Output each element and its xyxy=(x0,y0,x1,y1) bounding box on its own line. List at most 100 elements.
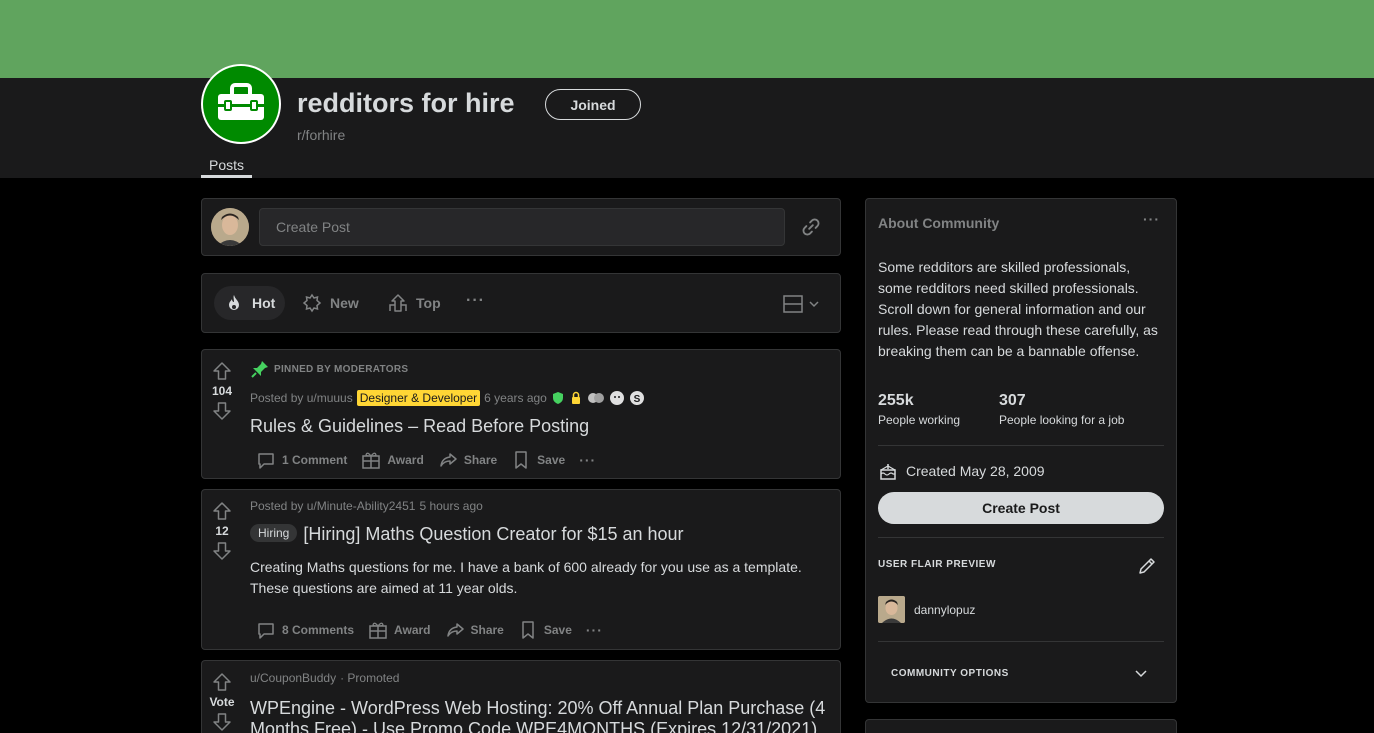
award-button[interactable]: Award xyxy=(355,446,429,474)
joined-button[interactable]: Joined xyxy=(545,89,641,120)
post-meta: u/CouponBuddy · Promoted xyxy=(250,671,399,685)
bookmark-icon xyxy=(515,451,527,469)
sort-new-label: New xyxy=(330,295,359,311)
tab-posts[interactable]: Posts xyxy=(201,152,252,178)
share-button[interactable]: Share xyxy=(432,446,503,474)
svg-text:S: S xyxy=(634,394,641,405)
comments-button[interactable]: 1 Comment xyxy=(250,446,353,474)
pinned-label: PINNED BY MODERATORS xyxy=(274,363,409,375)
save-label: Save xyxy=(537,453,566,467)
subreddit-title: redditors for hire xyxy=(297,88,515,118)
bookmark-icon xyxy=(522,621,534,639)
downvote-icon[interactable] xyxy=(211,540,233,562)
promoted-title[interactable]: WPEngine - WordPress Web Hosting: 20% Of… xyxy=(250,698,825,733)
post-actions: 1 Comment Award Share Save ··· xyxy=(250,446,602,474)
about-more-button[interactable]: ··· xyxy=(1143,211,1160,227)
created-date: Created May 28, 2009 xyxy=(878,461,1045,481)
vote-column: Vote xyxy=(202,671,242,733)
post-author[interactable]: Posted by u/Minute-Ability2451 xyxy=(250,499,415,513)
downvote-icon[interactable] xyxy=(211,711,233,733)
subreddit-name: r/forhire xyxy=(297,127,346,143)
online-label: People looking for a job xyxy=(999,413,1125,427)
post-flair[interactable]: Hiring xyxy=(250,524,298,542)
sort-hot-button[interactable]: Hot xyxy=(214,286,286,320)
save-button[interactable]: Save xyxy=(505,446,571,474)
sort-new-button[interactable]: New xyxy=(292,286,369,320)
pin-icon xyxy=(251,361,268,378)
divider xyxy=(878,445,1164,446)
sort-more-button[interactable]: ··· xyxy=(466,292,485,310)
upvote-icon[interactable] xyxy=(211,500,233,522)
promoted-post-card[interactable]: Vote u/CouponBuddy · Promoted WPEngine -… xyxy=(201,660,841,733)
vote-column: 12 xyxy=(202,500,242,562)
created-label: Created May 28, 2009 xyxy=(906,463,1045,479)
post-card[interactable]: 104 PINNED BY MODERATORS Posted by u/muu… xyxy=(201,349,841,479)
community-options-toggle[interactable]: COMMUNITY OPTIONS xyxy=(891,668,1009,679)
sidebar-create-post-button[interactable]: Create Post xyxy=(878,492,1164,524)
award-label: Award xyxy=(394,623,431,637)
share-button[interactable]: Share xyxy=(439,616,510,644)
user-avatar[interactable] xyxy=(211,208,249,246)
create-post-input[interactable] xyxy=(259,208,785,246)
subreddit-icon xyxy=(201,64,281,144)
vote-label: Vote xyxy=(209,695,235,709)
about-community-card: About Community ··· Some redditors are s… xyxy=(865,198,1177,703)
user-portrait-icon xyxy=(878,596,905,623)
post-card[interactable]: 12 Posted by u/Minute-Ability2451 5 hour… xyxy=(201,489,841,650)
flame-icon xyxy=(229,295,239,310)
comments-button[interactable]: 8 Comments xyxy=(250,616,360,644)
save-button[interactable]: Save xyxy=(512,616,578,644)
post-title-row[interactable]: Hiring [Hiring] Maths Question Creator fo… xyxy=(250,524,684,545)
user-portrait-icon xyxy=(211,208,249,246)
sort-bar: Hot New Top ··· xyxy=(201,273,841,333)
pencil-icon[interactable] xyxy=(1137,556,1157,576)
post-actions: 8 Comments Award Share Save ··· xyxy=(250,616,609,644)
chevron-down-icon[interactable] xyxy=(1134,666,1148,680)
gift-icon xyxy=(362,452,381,469)
award-silver-icon xyxy=(587,393,604,403)
promoted-user[interactable]: u/CouponBuddy xyxy=(250,671,336,685)
card-view-icon xyxy=(783,295,803,313)
comment-icon xyxy=(258,623,274,639)
cake-icon xyxy=(880,464,896,480)
post-more-button[interactable]: ··· xyxy=(573,448,602,472)
members-label: People working xyxy=(878,413,961,427)
post-title[interactable]: Rules & Guidelines – Read Before Posting xyxy=(250,416,589,437)
sort-top-button[interactable]: Top xyxy=(378,286,451,320)
award-helpful-icon: S xyxy=(629,391,644,405)
pinned-indicator: PINNED BY MODERATORS xyxy=(250,359,408,379)
post-body: Creating Maths questions for me. I have … xyxy=(250,559,802,596)
share-label: Share xyxy=(470,623,504,637)
upvote-icon[interactable] xyxy=(211,671,233,693)
downvote-icon[interactable] xyxy=(211,400,233,422)
promoted-label: · Promoted xyxy=(340,671,400,685)
share-icon xyxy=(440,453,457,467)
post-meta: Posted by u/muuus Designer & Developer 6… xyxy=(250,390,645,406)
post-more-button[interactable]: ··· xyxy=(580,618,609,642)
comments-label: 1 Comment xyxy=(282,453,348,467)
upvote-icon[interactable] xyxy=(211,360,233,382)
award-button[interactable]: Award xyxy=(362,616,436,644)
about-community-title: About Community xyxy=(878,215,1000,231)
award-wholesome-icon xyxy=(609,391,624,405)
vote-count: 104 xyxy=(211,384,233,398)
award-label: Award xyxy=(387,453,424,467)
sort-top-label: Top xyxy=(416,295,441,311)
lock-icon xyxy=(571,391,580,404)
comment-icon xyxy=(258,453,274,469)
view-mode-button[interactable] xyxy=(782,292,822,316)
user-avatar xyxy=(878,596,905,623)
post-author[interactable]: Posted by u/muuus xyxy=(250,391,353,405)
post-time: 5 hours ago xyxy=(419,499,483,513)
vote-column: 104 xyxy=(202,360,242,422)
post-title[interactable]: [Hiring] Maths Question Creator for $15 … xyxy=(303,524,683,544)
post-meta: Posted by u/Minute-Ability2451 5 hours a… xyxy=(250,499,483,513)
online-count: 307 xyxy=(999,392,1026,409)
promoted-title-line: WPEngine - WordPress Web Hosting: 20% Of… xyxy=(250,698,826,718)
flair-user: dannylopuz xyxy=(878,596,975,623)
sort-hot-label: Hot xyxy=(252,295,276,311)
save-label: Save xyxy=(543,623,572,637)
community-description: Some redditors are skilled professionals… xyxy=(878,259,1158,359)
link-icon[interactable] xyxy=(800,216,822,238)
create-post-card xyxy=(201,198,841,256)
